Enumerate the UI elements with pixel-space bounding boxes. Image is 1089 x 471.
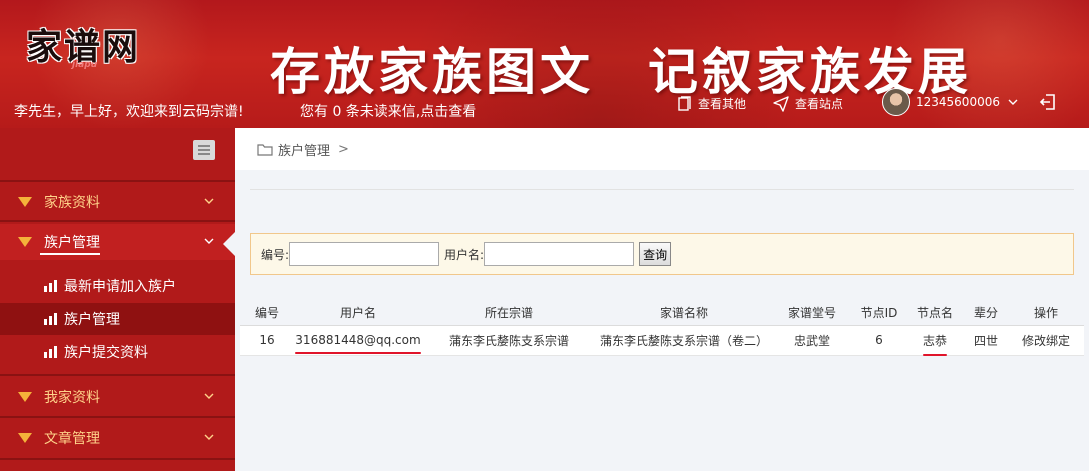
- triangle-down-icon: [18, 392, 32, 402]
- document-icon: [678, 95, 691, 111]
- submenu-item-label: 族户提交资料: [64, 345, 148, 361]
- sidebar-item-household[interactable]: 族户管理: [0, 224, 235, 260]
- welcome-text: 李先生，早上好，欢迎来到云码宗谱!: [14, 104, 244, 120]
- column-header: 操作: [1008, 300, 1084, 326]
- submenu-item-label: 族户管理: [64, 312, 120, 328]
- triangle-down-icon: [18, 433, 32, 443]
- breadcrumb: 族户管理 >: [235, 128, 1089, 170]
- submenu-item-label: 最新申请加入族户: [64, 279, 176, 295]
- column-header: 所在宗谱: [422, 300, 596, 326]
- column-header: 节点名: [906, 300, 964, 326]
- chevron-down-icon: [1008, 99, 1018, 105]
- search-button[interactable]: 查询: [639, 242, 672, 266]
- username-value: 316881448@qq.com: [295, 333, 422, 354]
- sidebar-divider: [0, 374, 235, 376]
- chevron-down-icon: [204, 393, 214, 399]
- triangle-down-icon: [18, 197, 32, 207]
- bar-chart-icon: [44, 346, 57, 358]
- cell-username: 316881448@qq.com: [294, 325, 422, 356]
- view-site-link[interactable]: 查看站点: [773, 95, 843, 112]
- user-id-label: 12345600006: [916, 95, 1000, 109]
- column-header: 家谱名称: [596, 300, 772, 326]
- bar-chart-icon: [44, 313, 57, 325]
- chevron-down-icon: [204, 238, 214, 244]
- table-row: 16 316881448@qq.com 蒲东李氏嫠陈支系宗谱 蒲东李氏嫠陈支系宗…: [240, 325, 1084, 356]
- view-site-label: 查看站点: [795, 97, 844, 111]
- id-input[interactable]: [289, 242, 440, 266]
- chevron-down-icon: [204, 434, 214, 440]
- household-table: 编号 用户名 所在宗谱 家谱名称 家谱堂号 节点ID 节点名 辈分 操作 16 …: [240, 300, 1084, 356]
- logout-icon: [1039, 94, 1055, 110]
- sidebar-divider: [0, 220, 235, 222]
- logout-button[interactable]: [1038, 92, 1058, 115]
- cell-action: 修改绑定: [1008, 325, 1084, 356]
- triangle-down-icon: [18, 237, 32, 247]
- submenu-item-household-submissions[interactable]: 族户提交资料: [0, 336, 235, 368]
- sidebar-divider: [0, 180, 235, 182]
- submenu-item-new-applications[interactable]: 最新申请加入族户: [0, 270, 235, 302]
- edit-binding-link[interactable]: 修改绑定: [1022, 334, 1070, 348]
- chevron-down-icon: [204, 198, 214, 204]
- search-panel: 编号: 用户名: 查询: [250, 233, 1074, 275]
- content-divider: [250, 189, 1074, 190]
- cell-genealogy: 蒲东李氏嫠陈支系宗谱: [422, 325, 596, 356]
- view-other-label: 查看其他: [698, 97, 747, 111]
- send-icon: [773, 95, 789, 112]
- cell-genealogy-name: 蒲东李氏嫠陈支系宗谱（卷二）: [596, 325, 772, 356]
- breadcrumb-separator: >: [338, 141, 349, 157]
- sidebar-collapse-button[interactable]: [193, 140, 215, 160]
- username-input[interactable]: [484, 242, 635, 266]
- bar-chart-icon: [44, 280, 57, 292]
- cell-node-name: 志恭: [906, 325, 964, 356]
- column-header: 家谱堂号: [772, 300, 852, 326]
- sidebar-item-family-info[interactable]: 家族资料: [0, 184, 235, 220]
- sidebar-item-my-family[interactable]: 我家资料: [0, 379, 235, 415]
- column-header: 用户名: [294, 300, 422, 326]
- column-header: 节点ID: [852, 300, 906, 326]
- sidebar-item-label: 文章管理: [44, 431, 100, 447]
- sidebar-divider: [0, 416, 235, 418]
- unread-messages-link[interactable]: 您有 0 条未读来信,点击查看: [300, 101, 476, 121]
- sidebar-item-label: 我家资料: [44, 390, 100, 406]
- active-item-pointer: [223, 232, 235, 256]
- sidebar-item-articles[interactable]: 文章管理: [0, 420, 235, 456]
- node-name-value: 志恭: [922, 333, 948, 356]
- view-other-link[interactable]: 查看其他: [676, 95, 746, 112]
- cell-hall: 忠武堂: [772, 325, 852, 356]
- cell-id: 16: [240, 325, 294, 356]
- sidebar-divider: [0, 458, 235, 460]
- folder-icon: [257, 143, 273, 156]
- breadcrumb-current[interactable]: 族户管理: [278, 140, 330, 159]
- submenu-item-household-management[interactable]: 族户管理: [0, 303, 235, 335]
- active-item-underline: [40, 253, 100, 255]
- cell-generation: 四世: [964, 325, 1008, 356]
- user-menu[interactable]: 12345600006: [916, 95, 1020, 109]
- username-field-label: 用户名:: [444, 247, 485, 262]
- user-avatar[interactable]: [882, 88, 910, 116]
- sidebar-item-label: 家族资料: [44, 195, 100, 211]
- sidebar: 家族资料 族户管理 最新申请加入族户 族户管理 族户提交资料 我家资料 文章管理: [0, 128, 235, 471]
- table-header-row: 编号 用户名 所在宗谱 家谱名称 家谱堂号 节点ID 节点名 辈分 操作: [240, 300, 1084, 326]
- id-field-label: 编号:: [261, 247, 290, 262]
- cell-node-id: 6: [852, 325, 906, 356]
- column-header: 辈分: [964, 300, 1008, 326]
- site-logo-sub: jiapu: [72, 60, 98, 70]
- sidebar-item-label: 族户管理: [44, 235, 100, 251]
- banner-slogan: 存放家族图文 记叙家族发展: [270, 42, 972, 101]
- column-header: 编号: [240, 300, 294, 326]
- top-banner: 家谱网 jiapu 存放家族图文 记叙家族发展 李先生，早上好，欢迎来到云码宗谱…: [0, 0, 1089, 128]
